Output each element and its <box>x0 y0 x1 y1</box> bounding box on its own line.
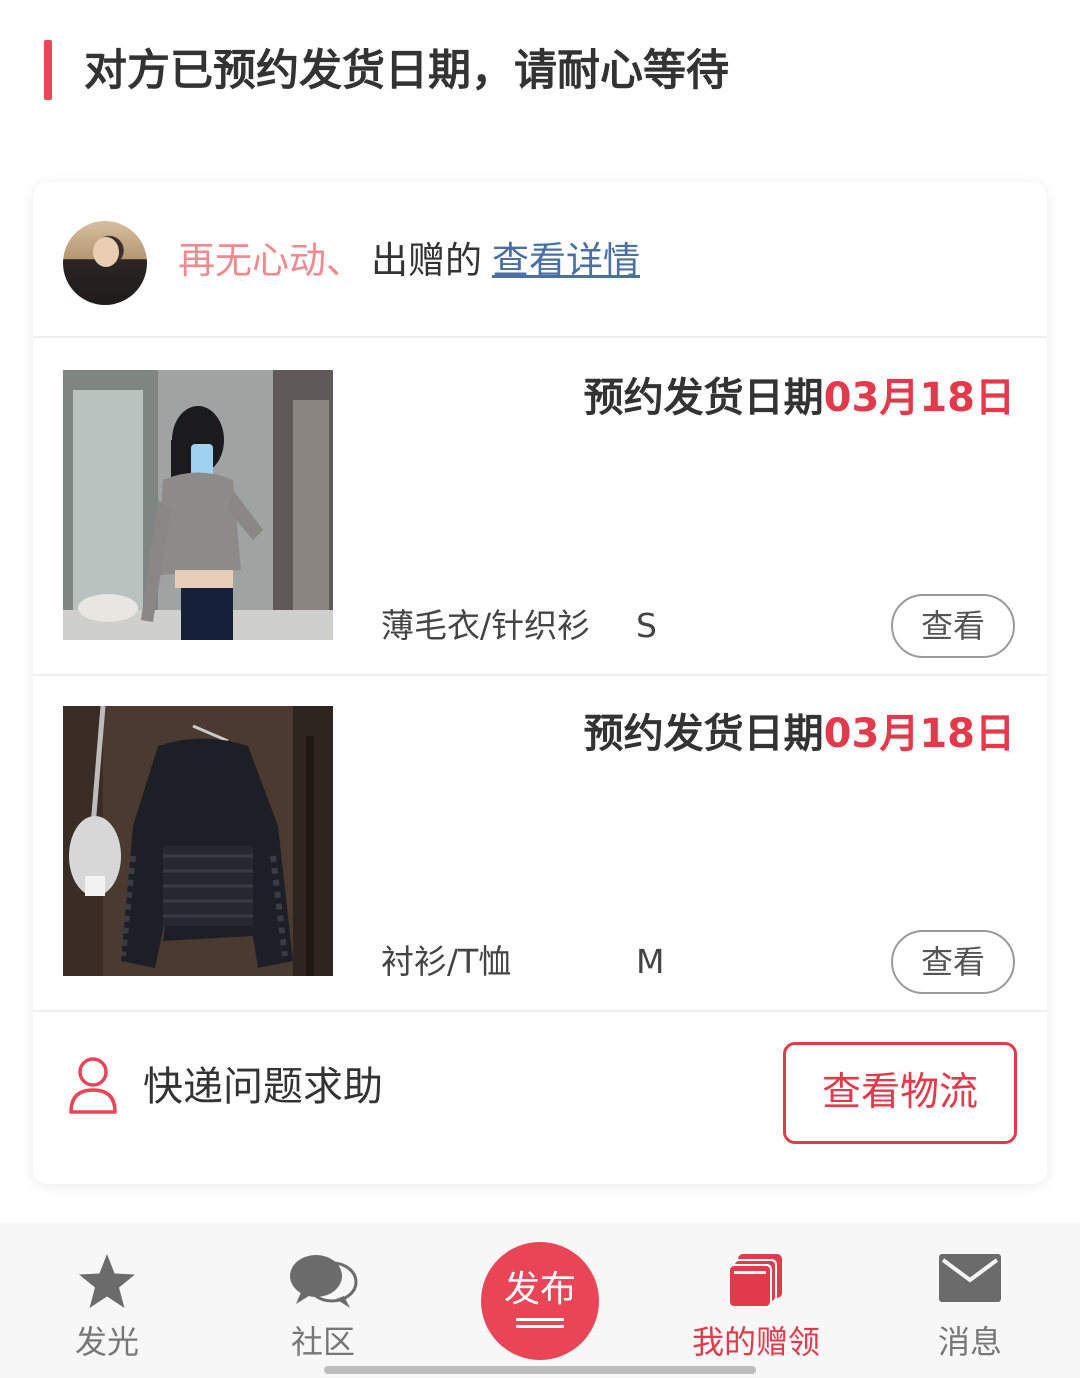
chat-bubbles-icon <box>290 1255 358 1308</box>
tab-community[interactable]: 社区 <box>243 1222 403 1378</box>
order-card: 再无心动、 出赠的 查看详情 预约发货日期03月18日 薄毛衣/针织衫 S 查看… <box>33 182 1047 1184</box>
publish-button[interactable]: 发布 <box>481 1242 599 1360</box>
ship-date-label: 预约发货日期 <box>583 375 824 421</box>
star-icon <box>79 1254 135 1308</box>
tab-label: 社区 <box>290 1323 355 1361</box>
item-size: S <box>636 606 657 645</box>
publish-label: 发布 <box>503 1269 576 1310</box>
list-item: 预约发货日期03月18日 衬衫/T恤 M 查看 <box>33 676 1047 1012</box>
item-category: 衬衫/T恤 <box>381 942 512 981</box>
donor-line: 再无心动、 出赠的 查看详情 <box>178 234 640 288</box>
view-details-link[interactable]: 查看详情 <box>492 239 640 282</box>
publish-lines-icon <box>516 1318 564 1328</box>
delivery-help-link[interactable]: 快递问题求助 <box>143 1060 383 1114</box>
ship-date-label: 预约发货日期 <box>583 711 824 757</box>
ship-date-line: 预约发货日期03月18日 <box>584 706 1015 762</box>
bottom-tab-bar: 发光 社区 发布 我的赠领 消息 <box>0 1222 1080 1378</box>
list-item: 预约发货日期03月18日 薄毛衣/针织衫 S 查看 <box>33 340 1047 676</box>
tab-label: 发光 <box>74 1323 139 1361</box>
tab-my-gifts[interactable]: 我的赠领 <box>676 1222 836 1378</box>
ship-date-value: 03月18日 <box>823 711 1015 757</box>
ship-date-line: 预约发货日期03月18日 <box>584 370 1015 426</box>
tab-messages[interactable]: 消息 <box>890 1222 1050 1378</box>
mail-icon <box>939 1254 1001 1302</box>
item-size: M <box>636 942 665 981</box>
view-item-button[interactable]: 查看 <box>891 930 1015 994</box>
ship-date-value: 03月18日 <box>823 375 1015 421</box>
page-title: 对方已预约发货日期，请耐心等待 <box>84 46 729 96</box>
donor-suffix: 出赠的 <box>371 239 482 282</box>
item-photo[interactable] <box>63 706 333 976</box>
donor-header: 再无心动、 出赠的 查看详情 <box>33 182 1047 338</box>
tab-glow[interactable]: 发光 <box>27 1222 187 1378</box>
home-indicator <box>324 1366 756 1374</box>
donor-name[interactable]: 再无心动、 <box>178 239 363 282</box>
page: 对方已预约发货日期，请耐心等待 再无心动、 出赠的 查看详情 预约发货日期03月… <box>0 0 1080 1378</box>
content-area: 对方已预约发货日期，请耐心等待 再无心动、 出赠的 查看详情 预约发货日期03月… <box>0 0 1080 1222</box>
person-icon[interactable] <box>67 1054 119 1116</box>
view-item-button[interactable]: 查看 <box>891 594 1015 658</box>
card-footer: 快递问题求助 查看物流 <box>33 1012 1047 1184</box>
tab-label: 消息 <box>937 1323 1002 1361</box>
title-accent-bar <box>44 40 52 100</box>
cards-icon <box>728 1254 782 1308</box>
item-category: 薄毛衣/针织衫 <box>381 606 591 645</box>
avatar[interactable] <box>63 221 147 305</box>
item-photo[interactable] <box>63 370 333 640</box>
tab-label: 我的赠领 <box>691 1323 820 1361</box>
view-logistics-button[interactable]: 查看物流 <box>783 1042 1017 1144</box>
